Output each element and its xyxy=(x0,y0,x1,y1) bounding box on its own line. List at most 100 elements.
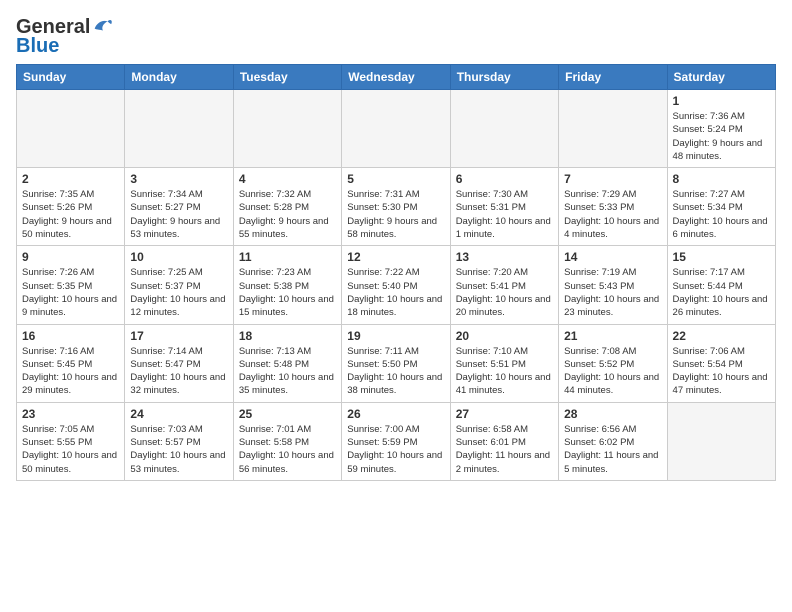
calendar-day-cell xyxy=(450,90,558,168)
day-number: 24 xyxy=(130,407,227,421)
calendar-day-cell: 24Sunrise: 7:03 AMSunset: 5:57 PMDayligh… xyxy=(125,402,233,480)
calendar-week-row: 1 Sunrise: 7:36 AMSunset: 5:24 PMDaylight… xyxy=(17,90,776,168)
calendar-week-row: 9 Sunrise: 7:26 AMSunset: 5:35 PMDaylight… xyxy=(17,246,776,324)
day-info: Sunrise: 6:58 AMSunset: 6:01 PMDaylight:… xyxy=(456,423,553,476)
day-number: 7 xyxy=(564,172,661,186)
calendar-day-cell: 19 Sunrise: 7:11 AMSunset: 5:50 PMDayligh… xyxy=(342,324,450,402)
calendar-day-cell: 16Sunrise: 7:16 AMSunset: 5:45 PMDayligh… xyxy=(17,324,125,402)
day-info: Sunrise: 7:22 AMSunset: 5:40 PMDaylight:… xyxy=(347,266,444,319)
calendar-day-cell: 18 Sunrise: 7:13 AMSunset: 5:48 PMDayligh… xyxy=(233,324,341,402)
calendar-day-cell: 25 Sunrise: 7:01 AMSunset: 5:58 PMDayligh… xyxy=(233,402,341,480)
calendar-day-cell xyxy=(17,90,125,168)
day-number: 28 xyxy=(564,407,661,421)
day-info: Sunrise: 7:14 AMSunset: 5:47 PMDaylight:… xyxy=(130,345,227,398)
calendar-header-row: SundayMondayTuesdayWednesdayThursdayFrid… xyxy=(17,65,776,90)
calendar-day-cell: 20 Sunrise: 7:10 AMSunset: 5:51 PMDayligh… xyxy=(450,324,558,402)
day-info: Sunrise: 7:25 AMSunset: 5:37 PMDaylight:… xyxy=(130,266,227,319)
header: General Blue xyxy=(16,16,776,58)
logo-area: General Blue xyxy=(16,16,113,58)
day-number: 25 xyxy=(239,407,336,421)
day-number: 11 xyxy=(239,250,336,264)
calendar-day-cell: 22Sunrise: 7:06 AMSunset: 5:54 PMDayligh… xyxy=(667,324,775,402)
calendar-day-cell: 10 Sunrise: 7:25 AMSunset: 5:37 PMDayligh… xyxy=(125,246,233,324)
day-number: 1 xyxy=(673,94,770,108)
weekday-header: Saturday xyxy=(667,65,775,90)
weekday-header: Sunday xyxy=(17,65,125,90)
day-number: 2 xyxy=(22,172,119,186)
calendar-day-cell xyxy=(233,90,341,168)
day-info: Sunrise: 7:29 AMSunset: 5:33 PMDaylight:… xyxy=(564,188,661,241)
day-info: Sunrise: 7:11 AMSunset: 5:50 PMDaylight:… xyxy=(347,345,444,398)
calendar-day-cell: 28 Sunrise: 6:56 AMSunset: 6:02 PMDayligh… xyxy=(559,402,667,480)
day-info: Sunrise: 7:19 AMSunset: 5:43 PMDaylight:… xyxy=(564,266,661,319)
day-number: 22 xyxy=(673,329,770,343)
day-info: Sunrise: 7:08 AMSunset: 5:52 PMDaylight:… xyxy=(564,345,661,398)
weekday-header: Friday xyxy=(559,65,667,90)
calendar-day-cell: 26 Sunrise: 7:00 AMSunset: 5:59 PMDayligh… xyxy=(342,402,450,480)
day-info: Sunrise: 7:10 AMSunset: 5:51 PMDaylight:… xyxy=(456,345,553,398)
day-number: 3 xyxy=(130,172,227,186)
day-info: Sunrise: 7:32 AMSunset: 5:28 PMDaylight:… xyxy=(239,188,336,241)
day-info: Sunrise: 7:17 AMSunset: 5:44 PMDaylight:… xyxy=(673,266,770,319)
day-info: Sunrise: 7:26 AMSunset: 5:35 PMDaylight:… xyxy=(22,266,119,319)
day-number: 26 xyxy=(347,407,444,421)
day-number: 14 xyxy=(564,250,661,264)
day-number: 8 xyxy=(673,172,770,186)
day-info: Sunrise: 7:31 AMSunset: 5:30 PMDaylight:… xyxy=(347,188,444,241)
day-number: 9 xyxy=(22,250,119,264)
calendar-day-cell: 9 Sunrise: 7:26 AMSunset: 5:35 PMDaylight… xyxy=(17,246,125,324)
calendar-day-cell: 3 Sunrise: 7:34 AMSunset: 5:27 PMDaylight… xyxy=(125,168,233,246)
calendar-day-cell: 4Sunrise: 7:32 AMSunset: 5:28 PMDaylight… xyxy=(233,168,341,246)
calendar-day-cell: 13 Sunrise: 7:20 AMSunset: 5:41 PMDayligh… xyxy=(450,246,558,324)
day-info: Sunrise: 7:16 AMSunset: 5:45 PMDaylight:… xyxy=(22,345,119,398)
day-number: 15 xyxy=(673,250,770,264)
calendar-day-cell xyxy=(559,90,667,168)
calendar-day-cell: 14 Sunrise: 7:19 AMSunset: 5:43 PMDayligh… xyxy=(559,246,667,324)
calendar-day-cell: 1 Sunrise: 7:36 AMSunset: 5:24 PMDaylight… xyxy=(667,90,775,168)
calendar-day-cell: 23 Sunrise: 7:05 AMSunset: 5:55 PMDayligh… xyxy=(17,402,125,480)
calendar-day-cell: 8Sunrise: 7:27 AMSunset: 5:34 PMDaylight… xyxy=(667,168,775,246)
calendar-day-cell: 15 Sunrise: 7:17 AMSunset: 5:44 PMDayligh… xyxy=(667,246,775,324)
day-number: 19 xyxy=(347,329,444,343)
day-number: 20 xyxy=(456,329,553,343)
day-info: Sunrise: 7:36 AMSunset: 5:24 PMDaylight:… xyxy=(673,110,770,163)
weekday-header: Thursday xyxy=(450,65,558,90)
calendar-day-cell: 2 Sunrise: 7:35 AMSunset: 5:26 PMDaylight… xyxy=(17,168,125,246)
day-info: Sunrise: 7:13 AMSunset: 5:48 PMDaylight:… xyxy=(239,345,336,398)
page: General Blue SundayMondayTuesdayWednesda… xyxy=(0,0,792,491)
calendar-day-cell: 12 Sunrise: 7:22 AMSunset: 5:40 PMDayligh… xyxy=(342,246,450,324)
calendar-day-cell: 6Sunrise: 7:30 AMSunset: 5:31 PMDaylight… xyxy=(450,168,558,246)
day-info: Sunrise: 6:56 AMSunset: 6:02 PMDaylight:… xyxy=(564,423,661,476)
day-number: 18 xyxy=(239,329,336,343)
day-info: Sunrise: 7:20 AMSunset: 5:41 PMDaylight:… xyxy=(456,266,553,319)
day-number: 5 xyxy=(347,172,444,186)
calendar-day-cell xyxy=(667,402,775,480)
day-number: 21 xyxy=(564,329,661,343)
weekday-header: Monday xyxy=(125,65,233,90)
day-number: 23 xyxy=(22,407,119,421)
day-info: Sunrise: 7:35 AMSunset: 5:26 PMDaylight:… xyxy=(22,188,119,241)
calendar-day-cell: 17 Sunrise: 7:14 AMSunset: 5:47 PMDayligh… xyxy=(125,324,233,402)
day-number: 27 xyxy=(456,407,553,421)
day-info: Sunrise: 7:30 AMSunset: 5:31 PMDaylight:… xyxy=(456,188,553,241)
day-number: 12 xyxy=(347,250,444,264)
calendar-day-cell: 7 Sunrise: 7:29 AMSunset: 5:33 PMDaylight… xyxy=(559,168,667,246)
day-info: Sunrise: 7:00 AMSunset: 5:59 PMDaylight:… xyxy=(347,423,444,476)
calendar-day-cell: 5 Sunrise: 7:31 AMSunset: 5:30 PMDaylight… xyxy=(342,168,450,246)
day-info: Sunrise: 7:01 AMSunset: 5:58 PMDaylight:… xyxy=(239,423,336,476)
weekday-header: Tuesday xyxy=(233,65,341,90)
calendar-day-cell xyxy=(125,90,233,168)
calendar-day-cell: 27 Sunrise: 6:58 AMSunset: 6:01 PMDayligh… xyxy=(450,402,558,480)
day-number: 10 xyxy=(130,250,227,264)
calendar-day-cell: 21 Sunrise: 7:08 AMSunset: 5:52 PMDayligh… xyxy=(559,324,667,402)
day-info: Sunrise: 7:34 AMSunset: 5:27 PMDaylight:… xyxy=(130,188,227,241)
calendar-day-cell: 11Sunrise: 7:23 AMSunset: 5:38 PMDayligh… xyxy=(233,246,341,324)
day-number: 13 xyxy=(456,250,553,264)
calendar-week-row: 2 Sunrise: 7:35 AMSunset: 5:26 PMDaylight… xyxy=(17,168,776,246)
logo-blue-text: Blue xyxy=(16,35,59,58)
calendar-day-cell xyxy=(342,90,450,168)
calendar-week-row: 23 Sunrise: 7:05 AMSunset: 5:55 PMDayligh… xyxy=(17,402,776,480)
day-number: 17 xyxy=(130,329,227,343)
weekday-header: Wednesday xyxy=(342,65,450,90)
day-info: Sunrise: 7:05 AMSunset: 5:55 PMDaylight:… xyxy=(22,423,119,476)
